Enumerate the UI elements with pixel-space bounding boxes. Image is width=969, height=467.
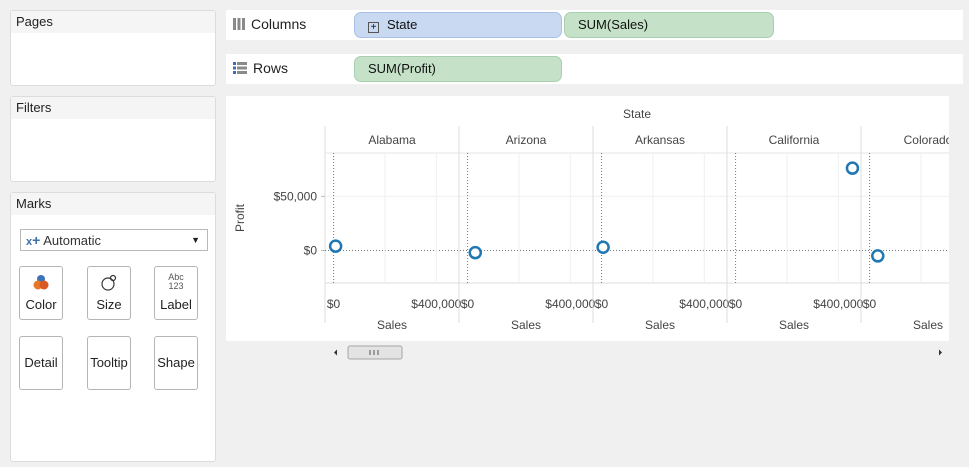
state-header-california: California bbox=[769, 133, 820, 147]
data-point-colorado[interactable] bbox=[871, 249, 885, 263]
x-tick-label: $0 bbox=[729, 297, 743, 311]
x-axis-label: Sales bbox=[645, 318, 675, 332]
x-tick-label: $0 bbox=[327, 297, 341, 311]
chart-title: State bbox=[623, 107, 651, 121]
x-tick-label: $400,000 bbox=[411, 297, 461, 311]
filters-card[interactable]: Filters bbox=[10, 96, 216, 182]
state-header-colorado: Colorado bbox=[904, 133, 949, 147]
size-icon bbox=[88, 273, 130, 293]
123-text: 123 bbox=[168, 281, 184, 291]
chevron-down-icon: ▼ bbox=[191, 235, 200, 245]
x-tick-label: $400,000 bbox=[545, 297, 595, 311]
sum-sales-pill-label: SUM(Sales) bbox=[578, 17, 649, 32]
label-button[interactable]: Abc 123 Label bbox=[154, 266, 198, 320]
abc-123-icon: Abc 123 bbox=[155, 272, 197, 292]
data-point-alabama[interactable] bbox=[328, 239, 343, 253]
state-header-arkansas: Arkansas bbox=[635, 133, 685, 147]
columns-icon bbox=[233, 18, 245, 30]
tooltip-button[interactable]: Tooltip bbox=[87, 336, 131, 390]
mark-type-value: Automatic bbox=[43, 233, 102, 248]
color-button[interactable]: Color bbox=[19, 266, 63, 320]
x-tick-label: $0 bbox=[863, 297, 877, 311]
sum-sales-pill[interactable]: SUM(Sales) bbox=[564, 12, 774, 38]
scatter-chart: StateProfit$50,000$0Alabama$0 $400,000Sal… bbox=[233, 107, 953, 332]
scroll-thumb[interactable] bbox=[347, 345, 403, 360]
size-button[interactable]: Size bbox=[87, 266, 131, 320]
rows-label: Rows bbox=[253, 60, 289, 76]
viz-area: State Profit $50,000 $0 Alabama $0 $400,000 Sal… bbox=[226, 96, 953, 341]
x-axis-label: Sales bbox=[511, 318, 541, 332]
y-axis-label: Profit bbox=[233, 203, 247, 232]
pages-card[interactable]: Pages bbox=[10, 10, 216, 86]
state-header-alabama: Alabama bbox=[368, 133, 416, 147]
state-header-arizona: Arizona bbox=[506, 133, 547, 147]
x-axis-label: Sales bbox=[779, 318, 809, 332]
data-point-arkansas[interactable] bbox=[596, 240, 610, 254]
tooltip-label: Tooltip bbox=[90, 355, 128, 370]
data-point-arizona[interactable] bbox=[468, 245, 483, 260]
shape-label: Shape bbox=[157, 355, 195, 370]
filters-card-title: Filters bbox=[11, 97, 215, 119]
detail-button[interactable]: Detail bbox=[19, 336, 63, 390]
sum-profit-pill[interactable]: SUM(Profit) bbox=[354, 56, 562, 82]
color-label: Color bbox=[25, 297, 57, 312]
sum-profit-pill-label: SUM(Profit) bbox=[368, 61, 436, 76]
pages-card-title: Pages bbox=[11, 11, 215, 33]
x-axis-label: Sales bbox=[377, 318, 407, 332]
columns-label-group: Columns bbox=[232, 16, 306, 32]
state-pill-label: State bbox=[387, 17, 418, 32]
x-axis-label: Sales bbox=[913, 318, 943, 332]
scroll-left-arrow-icon[interactable] bbox=[334, 349, 337, 356]
data-point-california[interactable] bbox=[845, 161, 860, 175]
mark-type-dropdown[interactable]: x+ Automatic ▼ bbox=[20, 229, 208, 251]
state-pill[interactable]: + State bbox=[354, 12, 562, 38]
x-tick-label: $0 bbox=[461, 297, 475, 311]
rows-shelf[interactable]: Rows SUM(Profit) bbox=[226, 54, 963, 84]
y-tick-label: $50,000 bbox=[274, 189, 318, 203]
shape-button[interactable]: Shape bbox=[154, 336, 198, 390]
columns-label: Columns bbox=[251, 16, 307, 32]
color-icon bbox=[20, 273, 62, 293]
scroll-right-arrow-icon[interactable] bbox=[939, 349, 942, 356]
automatic-mark-icon: x+ bbox=[26, 232, 41, 248]
expand-icon[interactable]: + bbox=[368, 22, 379, 33]
y-tick-label: $0 bbox=[304, 244, 318, 258]
detail-label: Detail bbox=[24, 355, 58, 370]
label-label: Label bbox=[160, 297, 192, 312]
horizontal-scrollbar[interactable] bbox=[326, 344, 949, 361]
marks-card-title: Marks bbox=[11, 193, 215, 215]
size-label: Size bbox=[96, 297, 122, 312]
x-tick-label: $400,000 bbox=[679, 297, 729, 311]
x-tick-label: $400,000 bbox=[813, 297, 863, 311]
x-tick-label: $0 bbox=[595, 297, 609, 311]
rows-icon bbox=[233, 62, 247, 74]
marks-card: Marks x+ Automatic ▼ Color Size Abc 123 bbox=[10, 192, 216, 462]
columns-shelf[interactable]: Columns + State SUM(Sales) bbox=[226, 10, 963, 40]
rows-label-group: Rows bbox=[232, 60, 288, 76]
